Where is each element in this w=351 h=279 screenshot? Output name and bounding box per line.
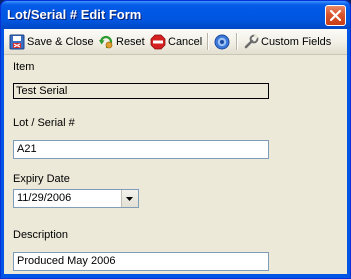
item-value: Test Serial (13, 83, 269, 99)
dropdown-arrow-icon (126, 197, 133, 201)
form-body: Save & Close Reset Cancel Custom Fields … (4, 29, 347, 274)
description-input[interactable]: Produced May 2006 (13, 252, 269, 271)
window-title: Lot/Serial # Edit Form (7, 7, 142, 22)
wrench-icon (244, 33, 259, 48)
reset-label: Reset (116, 35, 145, 48)
toolbar: Save & Close Reset Cancel Custom Fields (4, 29, 347, 55)
expiry-date-label: Expiry Date (13, 173, 70, 185)
lot-serial-label: Lot / Serial # (13, 117, 75, 129)
cancel-button[interactable]: Cancel (150, 32, 202, 51)
expiry-date-dropdown-button[interactable] (121, 190, 138, 207)
expiry-date-picker[interactable]: 11/29/2006 (13, 189, 139, 208)
item-label: Item (13, 61, 35, 73)
reset-button[interactable]: Reset (98, 32, 145, 51)
lot-serial-input[interactable]: A21 (13, 140, 269, 159)
save-icon (9, 34, 25, 49)
stop-icon (150, 34, 166, 49)
close-icon (329, 9, 342, 22)
save-close-button[interactable]: Save & Close (9, 32, 94, 51)
reset-icon (99, 35, 113, 48)
save-close-label: Save & Close (27, 35, 94, 48)
description-label: Description (13, 229, 69, 241)
title-bar[interactable]: Lot/Serial # Edit Form (1, 1, 350, 29)
custom-fields-button[interactable]: Custom Fields (243, 32, 331, 51)
help-button[interactable] (214, 32, 232, 51)
cancel-label: Cancel (168, 35, 203, 48)
toolbar-separator (236, 33, 238, 50)
help-icon (214, 34, 230, 49)
edit-form-window: Lot/Serial # Edit Form Save & Close Rese… (0, 0, 351, 279)
toolbar-separator (207, 33, 209, 50)
close-button[interactable] (325, 5, 346, 26)
custom-fields-label: Custom Fields (261, 35, 332, 48)
expiry-date-value: 11/29/2006 (17, 192, 72, 204)
